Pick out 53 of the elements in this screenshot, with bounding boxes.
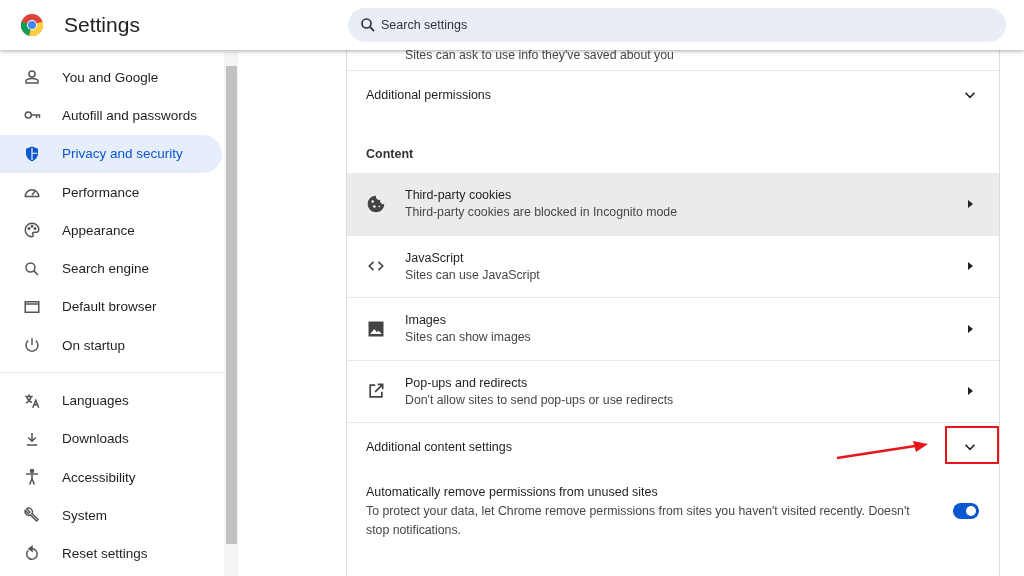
sidebar-item[interactable]: Performance <box>0 172 222 212</box>
accessibility-icon <box>23 468 41 487</box>
cookie-icon <box>366 193 386 214</box>
sidebar-item[interactable]: Privacy and security <box>0 134 222 173</box>
sidebar-item[interactable]: Search engine <box>0 249 222 288</box>
chrome-logo-icon <box>20 13 44 37</box>
sidebar-item[interactable]: You and Google <box>0 58 222 97</box>
settings-row[interactable]: Pop-ups and redirects Don't allow sites to send pop-ups or use redirects <box>347 360 999 423</box>
settings-row[interactable]: Third-party cookies Third-party cookies are blocked in Incognito mode <box>347 173 999 236</box>
translate-icon <box>23 391 41 410</box>
row-description: Sites can ask to use info they've saved about you <box>405 48 674 62</box>
settings-row[interactable]: Images Sites can show images <box>347 298 999 361</box>
toggle-switch[interactable] <box>953 503 979 519</box>
sidebar-item[interactable]: Languages <box>0 381 222 420</box>
scrollbar[interactable] <box>224 52 238 576</box>
sidebar-item[interactable]: Appearance <box>0 211 222 250</box>
sidebar-item[interactable]: Default browser <box>0 287 222 327</box>
sidebar-item[interactable]: On startup <box>0 326 222 365</box>
row-description: Don't allow sites to send pop-ups or use redirects <box>405 392 675 407</box>
arrow-right-icon <box>965 198 975 209</box>
sidebar-item[interactable]: Autofill and passwords <box>0 96 222 135</box>
row-description: Sites can show images <box>405 330 532 345</box>
arrow-right-icon <box>965 261 975 272</box>
row-label: Third-party cookies <box>405 188 513 203</box>
expand-row[interactable]: Additional permissions <box>347 71 999 119</box>
shield-icon <box>23 144 41 163</box>
row-label: Automatically remove permissions from unused sites <box>366 485 659 499</box>
section-heading: Content <box>366 147 414 161</box>
person-icon <box>23 68 41 87</box>
row-label: Images <box>405 313 447 328</box>
sidebar-item[interactable]: Accessibility <box>0 457 222 497</box>
wrench-icon <box>23 506 41 525</box>
row-label: Pop-ups and redirects <box>405 375 529 390</box>
row-label: JavaScript <box>405 250 465 265</box>
power-icon <box>23 336 41 355</box>
search-icon <box>359 16 377 34</box>
sidebar-item[interactable]: Downloads <box>0 419 222 458</box>
arrow-right-icon <box>965 323 975 334</box>
settings-row[interactable]: JavaScript Sites can use JavaScript <box>347 235 999 298</box>
reset-icon <box>23 544 41 563</box>
row-description: To protect your data, let Chrome remove permissions from sites you haven't visited recently. Doesn't stop notifications. <box>366 503 911 539</box>
row-label: Additional permissions <box>366 88 492 102</box>
search-icon <box>23 259 41 278</box>
row-label: Additional content settings <box>366 440 512 454</box>
row-description: Sites can use JavaScript <box>405 267 541 282</box>
arrow-right-icon <box>965 386 975 397</box>
expand-row[interactable]: Additional content settings <box>347 423 999 471</box>
row-description: Third-party cookies are blocked in Incognito mode <box>405 205 679 220</box>
page-title: Settings <box>64 13 140 37</box>
sidebar-item[interactable]: Reset settings <box>0 534 222 573</box>
search-field[interactable]: Search settings <box>348 8 1006 42</box>
sidebar-item[interactable]: System <box>0 496 222 535</box>
palette-icon <box>23 221 41 240</box>
